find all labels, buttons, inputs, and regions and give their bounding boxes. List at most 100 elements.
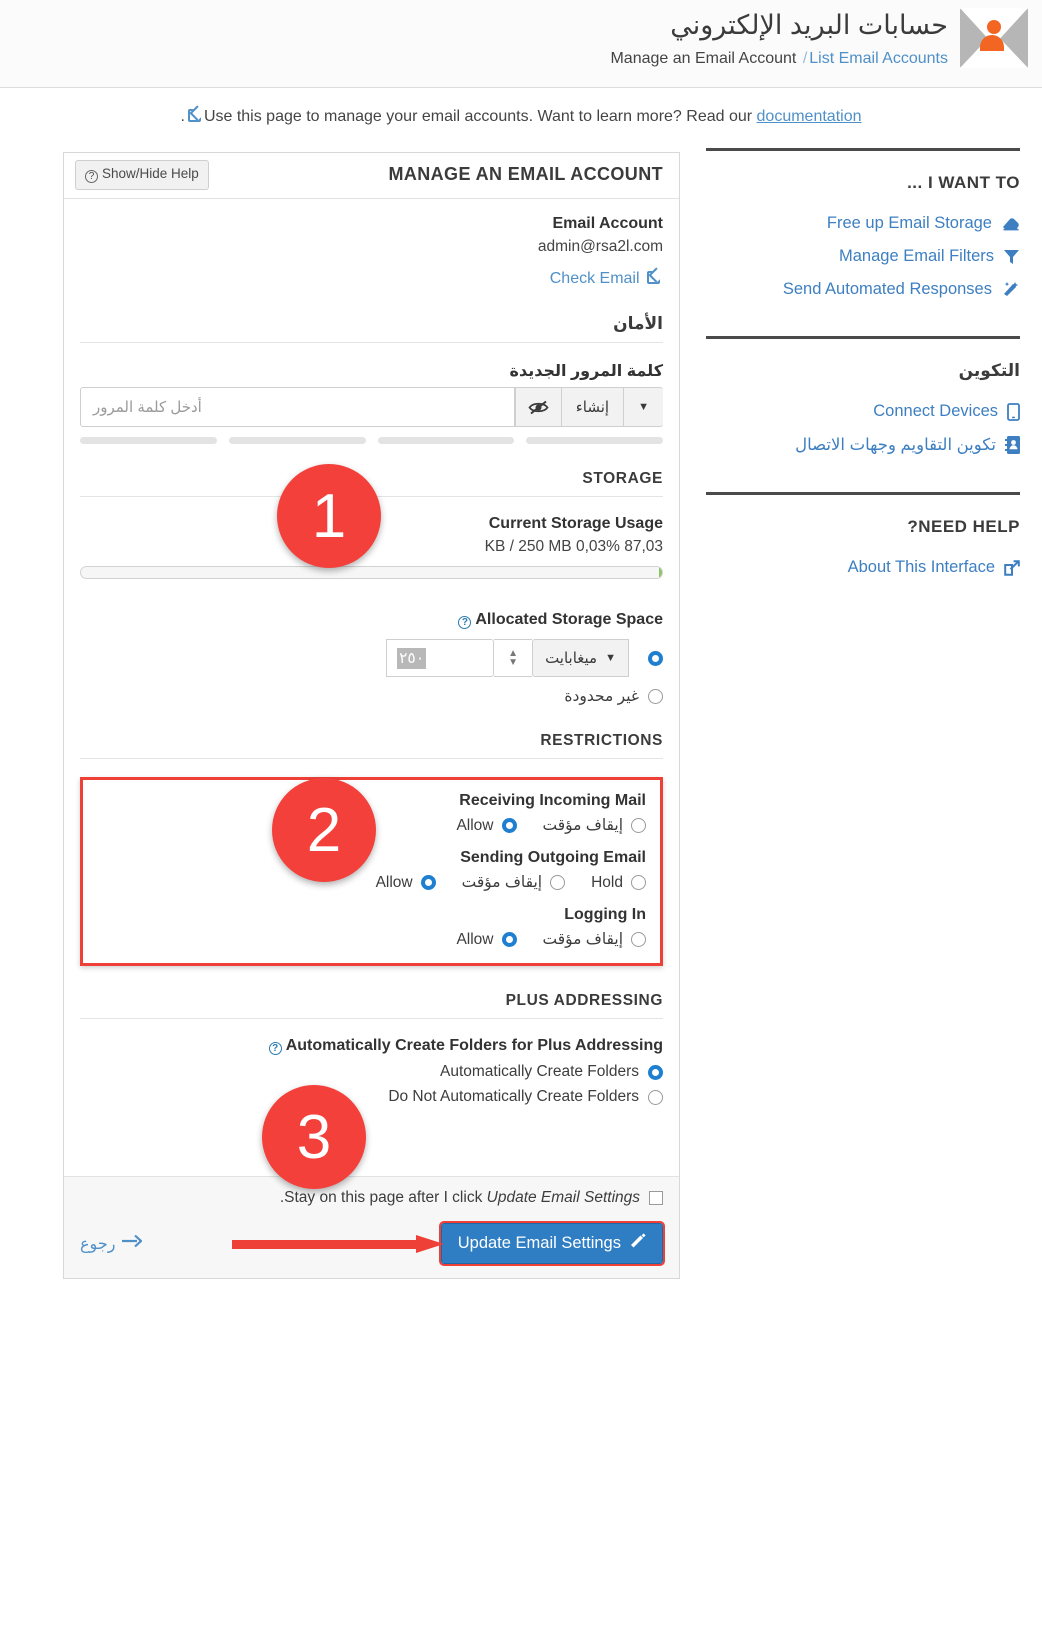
section-title-restrictions: RESTRICTIONS xyxy=(80,732,663,759)
plus-addressing-radio-do-not-create[interactable] xyxy=(648,1089,663,1105)
breadcrumb-link-list-email-accounts[interactable]: List Email Accounts xyxy=(809,50,948,67)
strength-segment xyxy=(80,437,217,444)
caret-down-icon: ▼ xyxy=(605,652,616,664)
storage-unit-value: ميغابايت xyxy=(545,650,598,667)
restriction-group-logging-in: Logging In إيقاف مؤقت Allow xyxy=(97,906,646,949)
mobile-device-icon xyxy=(1007,402,1020,421)
plus-addressing-label: ? Automatically Create Folders for Plus A… xyxy=(80,1037,663,1055)
restriction-radio-suspend[interactable] xyxy=(550,875,566,890)
restriction-option[interactable]: Hold xyxy=(591,874,646,892)
restriction-options: إيقاف مؤقت Allow xyxy=(97,930,646,949)
breadcrumb-separator: / xyxy=(802,50,808,67)
breadcrumb-current: Manage an Email Account xyxy=(610,50,797,67)
restriction-option[interactable]: إيقاف مؤقت xyxy=(542,930,646,949)
sidebar-item-configure-calendars-contacts[interactable]: تكوين التقاويم وجهات الاتصال xyxy=(698,428,1028,462)
plus-addressing-option-label: Automatically Create Folders xyxy=(440,1063,639,1080)
question-circle-icon[interactable]: ? xyxy=(458,616,472,629)
documentation-link[interactable]: documentation xyxy=(757,108,862,125)
show-hide-help-button[interactable]: ? Show/Hide Help xyxy=(75,160,209,190)
sidebar-heading-i-want-to: ... I WANT TO xyxy=(907,173,1020,192)
restriction-group-sending-outgoing-email: Sending Outgoing Email Hold إيقاف مؤقت A… xyxy=(97,849,646,892)
caret-down-icon[interactable]: ▼ xyxy=(623,387,663,427)
sidebar-item-send-automated-responses[interactable]: Send Automated Responses xyxy=(698,273,1028,306)
restriction-radio-suspend[interactable] xyxy=(631,818,646,833)
restriction-option-label: إيقاف مؤقت xyxy=(542,931,624,948)
stay-on-page-label: .Stay on this page after I click Update … xyxy=(279,1189,640,1206)
update-email-settings-label: Update Email Settings xyxy=(457,1234,621,1252)
allocated-storage-input[interactable]: ٢٥٠ xyxy=(386,639,495,677)
sidebar-item-label: Send Automated Responses xyxy=(782,280,992,298)
restriction-radio-allow[interactable] xyxy=(501,932,517,947)
panel-header: MANAGE AN EMAIL ACCOUNT ? Show/Hide Help xyxy=(64,153,679,199)
strength-segment xyxy=(526,437,663,444)
restriction-radio-allow[interactable] xyxy=(420,875,436,890)
sidebar-item-connect-devices[interactable]: Connect Devices xyxy=(698,395,1028,428)
restriction-option[interactable]: إيقاف مؤقت xyxy=(543,816,646,835)
restriction-radio-suspend[interactable] xyxy=(631,932,646,947)
page-description-period: . xyxy=(180,108,185,125)
check-email-row: Check Email xyxy=(80,270,663,288)
step-badge-2: 2 xyxy=(272,778,376,882)
allocated-storage-row: ▼ ميغابايت ▲ ▼ ٢٥٠ xyxy=(80,639,663,677)
allocated-storage-radio[interactable] xyxy=(648,650,663,666)
page-title: حسابات البريد الإلكتروني xyxy=(670,10,948,40)
footer-actions: Update Email Settings رجوع xyxy=(80,1221,666,1266)
restriction-option[interactable]: Allow xyxy=(456,817,517,835)
restrictions-box: Receiving Incoming Mail إيقاف مؤقت Allow xyxy=(80,777,663,966)
storage-unit-select[interactable]: ▼ ميغابايت xyxy=(532,639,629,677)
plus-addressing-radio-create[interactable] xyxy=(648,1064,663,1080)
back-label: رجوع xyxy=(80,1235,116,1253)
eye-slash-icon[interactable] xyxy=(514,387,561,427)
question-circle-icon: ? xyxy=(85,170,98,183)
sidebar-item-about-this-interface[interactable]: About This Interface xyxy=(698,551,1028,584)
storage-usage-bar xyxy=(80,566,663,579)
new-password-label: كلمة المرور الجديدة xyxy=(509,363,663,380)
brand-block: حسابات البريد الإلكتروني Manage an Email… xyxy=(610,6,1028,72)
sidebar-item-label: Connect Devices xyxy=(873,402,998,420)
sidebar-item-free-up-email-storage[interactable]: Free up Email Storage xyxy=(698,207,1028,240)
email-account-value: admin@rsa2l.com xyxy=(537,238,663,255)
restriction-option[interactable]: إيقاف مؤقت xyxy=(462,873,566,892)
panel-footer: .Stay on this page after I click Update … xyxy=(64,1176,679,1278)
plus-addressing-label-text: Automatically Create Folders for Plus Ad… xyxy=(285,1037,663,1054)
check-email-link[interactable]: Check Email xyxy=(550,270,640,287)
restriction-option[interactable]: Allow xyxy=(456,931,517,949)
restriction-option[interactable]: Allow xyxy=(376,874,436,892)
restriction-radio-hold[interactable] xyxy=(631,875,646,890)
panel-body: Email Account admin@rsa2l.com Check Emai… xyxy=(64,199,679,1176)
external-link-icon xyxy=(1004,559,1020,576)
restriction-radio-allow[interactable] xyxy=(501,818,517,833)
red-annotation-arrow xyxy=(232,1234,444,1253)
page-description: . Use this page to manage your email acco… xyxy=(0,88,1042,134)
sidebar-group-configuration: التكوين Connect Devices تكوين التقاويم و… xyxy=(698,336,1028,462)
unlimited-storage-radio[interactable] xyxy=(648,689,663,704)
page-description-text: Use this page to manage your email accou… xyxy=(203,108,753,125)
sidebar-group-i-want-to: ... I WANT TO Free up Email Storage Mana… xyxy=(698,148,1028,306)
allocated-storage-value: ٢٥٠ xyxy=(397,647,427,669)
breadcrumb: Manage an Email Account / List Email Acco… xyxy=(610,46,948,72)
sidebar-divider xyxy=(706,336,1020,339)
unlimited-storage-row: غير محدودة xyxy=(80,687,663,706)
strength-segment xyxy=(228,437,366,444)
unlimited-storage-label: غير محدودة xyxy=(564,688,639,705)
magic-wand-icon xyxy=(1001,281,1020,298)
plus-addressing-option-label: Do Not Automatically Create Folders xyxy=(388,1088,639,1105)
section-title-plus-addressing: PLUS ADDRESSING xyxy=(80,992,663,1019)
sidebar-item-label: About This Interface xyxy=(847,558,995,576)
question-circle-icon[interactable]: ? xyxy=(268,1042,282,1055)
main-panel: MANAGE AN EMAIL ACCOUNT ? Show/Hide Help … xyxy=(63,152,680,1279)
spinner-updown-icon[interactable]: ▲ ▼ xyxy=(494,639,533,677)
filter-icon xyxy=(1003,249,1020,265)
sidebar-item-manage-email-filters[interactable]: Manage Email Filters xyxy=(698,240,1028,273)
sidebar-divider xyxy=(706,148,1020,151)
page-layout: ... I WANT TO Free up Email Storage Mana… xyxy=(0,134,1042,1279)
update-email-settings-button[interactable]: Update Email Settings xyxy=(438,1221,666,1266)
stay-on-page-checkbox[interactable] xyxy=(649,1191,663,1205)
restriction-option-label: إيقاف مؤقت xyxy=(461,874,543,891)
stay-on-page-row: .Stay on this page after I click Update … xyxy=(80,1189,663,1207)
page-header: حسابات البريد الإلكتروني Manage an Email… xyxy=(0,0,1042,88)
generate-password-button[interactable]: إنشاء xyxy=(560,387,624,427)
back-link[interactable]: رجوع xyxy=(80,1234,144,1254)
password-row: أدخل كلمة المرور إنشاء ▼ xyxy=(80,387,663,427)
password-input[interactable]: أدخل كلمة المرور xyxy=(80,387,515,427)
